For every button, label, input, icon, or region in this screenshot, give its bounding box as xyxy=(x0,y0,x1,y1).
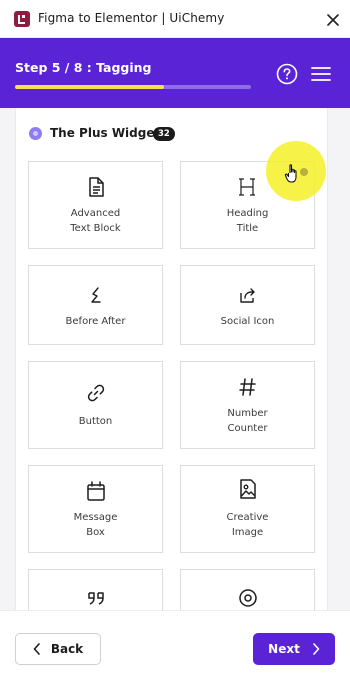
widget-label: Social Icon xyxy=(220,316,275,327)
widget-card-message-box[interactable]: Message Box xyxy=(28,465,163,553)
widget-card-before-after[interactable]: Before After xyxy=(28,265,163,345)
step-progress-bar xyxy=(15,85,251,89)
window-title: Figma to Elementor | UiChemy xyxy=(38,11,225,25)
close-icon[interactable] xyxy=(326,12,340,26)
heading-h-icon xyxy=(237,176,259,198)
widget-label: Message Box xyxy=(73,512,118,538)
next-button[interactable]: Next xyxy=(253,633,335,665)
step-label: Step 5 / 8 : Tagging xyxy=(15,60,152,75)
help-circle-icon[interactable] xyxy=(276,63,298,85)
widget-card-button[interactable]: Button xyxy=(28,361,163,449)
widget-label: Advanced Text Block xyxy=(70,208,121,234)
quote-icon xyxy=(85,587,107,609)
section-count-badge: 32 xyxy=(153,127,175,141)
before-after-icon xyxy=(85,284,107,306)
chevron-right-icon xyxy=(313,643,320,655)
widget-label: Button xyxy=(78,416,113,427)
link-icon xyxy=(85,382,107,404)
document-text-icon xyxy=(85,176,107,198)
widget-label: Creative Image xyxy=(226,512,269,538)
widget-card-radio[interactable] xyxy=(180,569,315,610)
hash-icon xyxy=(237,376,259,398)
widget-label: Heading Title xyxy=(226,208,269,234)
widget-card-heading-title[interactable]: Heading Title xyxy=(180,161,315,249)
back-button-label: Back xyxy=(50,642,84,656)
image-icon xyxy=(237,478,259,500)
uichemy-logo-icon xyxy=(14,11,30,27)
widget-card-advanced-text-block[interactable]: Advanced Text Block xyxy=(28,161,163,249)
hamburger-menu-icon[interactable] xyxy=(311,66,331,82)
step-progress-fill xyxy=(15,85,164,89)
calendar-icon xyxy=(85,480,107,502)
window-titlebar: Figma to Elementor | UiChemy xyxy=(0,0,350,38)
widget-card-quote[interactable] xyxy=(28,569,163,610)
widget-label: Number Counter xyxy=(227,408,268,434)
radio-circle-icon xyxy=(237,587,259,609)
widget-card-creative-image[interactable]: Creative Image xyxy=(180,465,315,553)
share-icon xyxy=(237,284,259,306)
section-bullet-icon xyxy=(29,127,42,140)
widget-card-social-icon[interactable]: Social Icon xyxy=(180,265,315,345)
widget-card-number-counter[interactable]: Number Counter xyxy=(180,361,315,449)
section-title: The Plus Widgets xyxy=(50,126,168,140)
chevron-left-icon xyxy=(33,643,40,655)
next-button-label: Next xyxy=(268,642,300,656)
widget-label: Before After xyxy=(65,316,126,327)
back-button[interactable]: Back xyxy=(15,633,101,665)
